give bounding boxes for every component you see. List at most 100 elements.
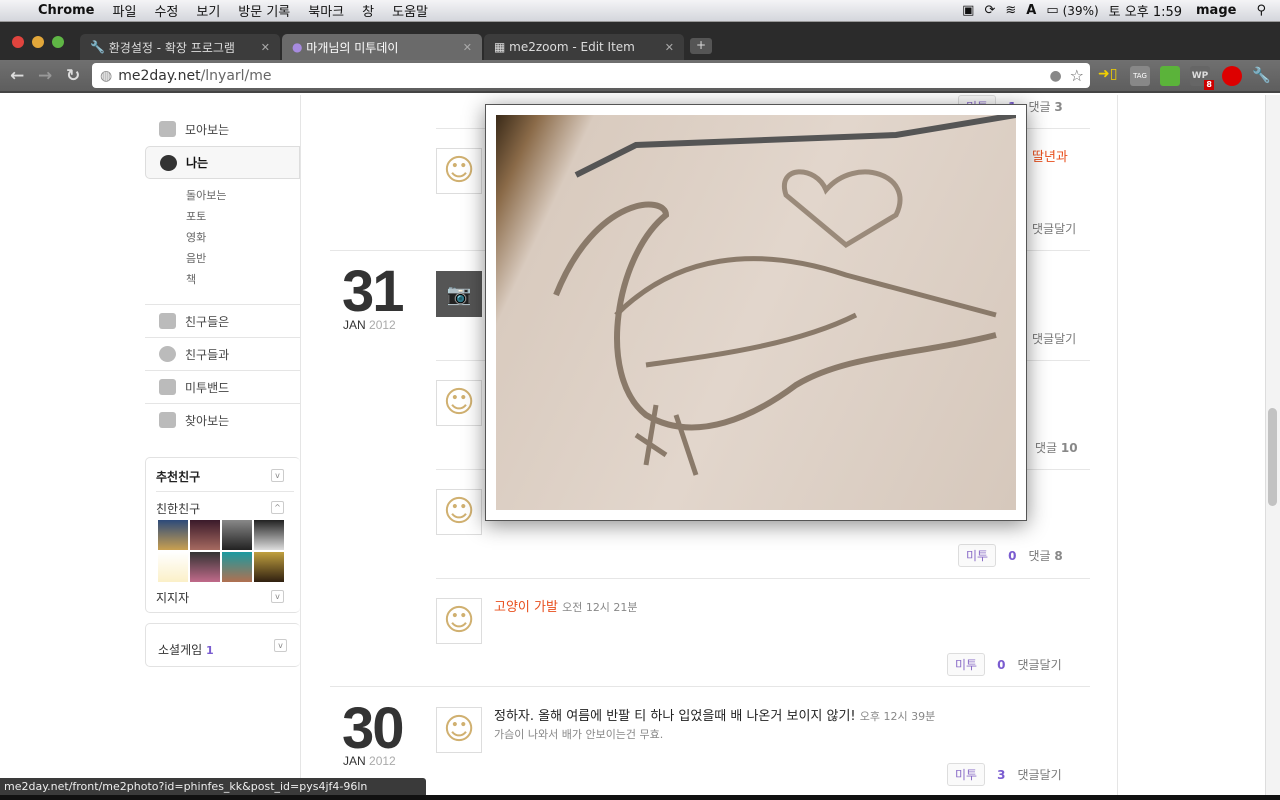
menu-app[interactable]: Chrome [38, 3, 95, 18]
menu-bookmarks[interactable]: 북마크 [308, 1, 344, 20]
sync-icon[interactable]: ⟳ [984, 3, 995, 18]
sidebar-sub-photo[interactable]: 포토 [186, 208, 206, 224]
smiley-plus-icon: ☺ [436, 598, 482, 644]
menu-file[interactable]: 파일 [113, 1, 137, 20]
tab-close-icon[interactable]: ✕ [463, 41, 472, 54]
comment-link[interactable]: 댓글달기 [1017, 656, 1061, 673]
input-source-icon[interactable]: A [1026, 3, 1036, 18]
comment-link[interactable]: 댓글달기 [1032, 220, 1076, 237]
terminal-icon[interactable]: ▣ [962, 3, 974, 18]
friend-avatar[interactable] [254, 520, 284, 550]
back-button[interactable]: ← [10, 66, 24, 86]
sidebar-item-with-friends[interactable]: 친구들과 [145, 337, 300, 370]
sidebar-sub-review[interactable]: 돌아보는 [186, 187, 226, 203]
close-friends-title: 친한친구 [156, 502, 201, 516]
post-title: 정하자. 올해 여름에 반팔 티 하나 입었을때 배 나온거 보이지 않기! [494, 709, 856, 724]
sidebar-sub-music[interactable]: 음반 [186, 250, 206, 266]
menu-window[interactable]: 창 [362, 1, 374, 20]
spotlight-icon[interactable]: ⚲ [1256, 3, 1266, 18]
zoom-window-button[interactable] [52, 36, 64, 48]
wifi-icon[interactable]: ≋ [1005, 3, 1016, 18]
tab-me2zoom[interactable]: ▦ me2zoom - Edit Item ✕ [484, 34, 684, 60]
wp-extension-icon[interactable]: WP 8 [1190, 66, 1214, 90]
chevron-down-icon[interactable]: v [274, 639, 287, 652]
post-title[interactable]: 고양이 가발 [494, 600, 558, 615]
sidebar-item-collect[interactable]: 모아보는 [145, 113, 300, 146]
address-bar[interactable]: ◍ me2day.net/lnyarl/me ● ☆ [92, 63, 1090, 88]
tab-close-icon[interactable]: ✕ [261, 41, 270, 54]
metoo-button[interactable]: 미투 [958, 544, 997, 567]
forward-button[interactable]: → [38, 66, 52, 86]
sidebar-item-band[interactable]: 미투밴드 [145, 370, 300, 403]
smiley-plus-icon: ☺ [436, 380, 482, 426]
social-game-label: 소셜게임 [158, 643, 203, 657]
speech-bubble-icon [160, 155, 177, 171]
recommend-friends-box: 추천친구 v 친한친구 ^ 지지자 v [145, 457, 300, 613]
tab-extensions[interactable]: 🔧 환경설정 - 확장 프로그램 ✕ [80, 34, 280, 60]
camera-photo-thumbnail[interactable]: 📷 [436, 271, 482, 317]
menu-edit[interactable]: 수정 [154, 1, 178, 20]
chevron-down-icon[interactable]: v [271, 590, 284, 603]
sidebar-item-search[interactable]: 찾아보는 [145, 403, 300, 436]
sidebar-label: 친구들과 [185, 347, 230, 362]
chevron-up-icon[interactable]: ^ [271, 501, 284, 514]
clock[interactable]: 토 오후 1:59 [1109, 1, 1182, 20]
battery-icon[interactable]: ▭ [1046, 3, 1058, 18]
adblock-icon[interactable] [1222, 66, 1242, 86]
wrench-icon: 🔧 [90, 40, 109, 54]
comment-link[interactable]: 댓글달기 [1017, 766, 1061, 783]
send-to-phone-icon[interactable]: ➜▯ [1098, 66, 1118, 86]
sidebar-item-me[interactable]: 나는 [145, 146, 300, 179]
comment-link[interactable]: 댓글 3 [1028, 98, 1062, 115]
tag-icon[interactable]: TAG [1130, 66, 1150, 86]
user-menu[interactable]: mage [1196, 3, 1236, 18]
friend-avatar[interactable] [222, 552, 252, 582]
metoo-button[interactable]: 미투 [947, 763, 986, 786]
new-tab-button[interactable]: + [690, 38, 712, 54]
tab-close-icon[interactable]: ✕ [665, 41, 674, 54]
address-host: me2day.net [118, 67, 201, 84]
comment-link[interactable]: 댓글 10 [1035, 439, 1078, 456]
comment-link[interactable]: 댓글 8 [1028, 547, 1062, 564]
bookmark-star-icon[interactable]: ☆ [1070, 66, 1084, 85]
comment-link[interactable]: 댓글달기 [1032, 330, 1076, 347]
friend-avatar[interactable] [158, 520, 188, 550]
sidebar-sub-movie[interactable]: 영화 [186, 229, 206, 245]
reload-button[interactable]: ↻ [66, 66, 80, 86]
smiley-plus-icon: ☺ [436, 489, 482, 535]
post-title[interactable]: 딸년과 [1032, 146, 1068, 165]
settings-wrench-icon[interactable]: 🔧 [1252, 66, 1272, 86]
scrollbar-thumb[interactable] [1268, 408, 1277, 506]
tab-me2day[interactable]: ● 마개님의 미투데이 ✕ [282, 34, 482, 60]
metoo-button[interactable]: 미투 [947, 653, 986, 676]
evernote-icon[interactable] [1160, 66, 1180, 86]
post-time[interactable]: 오전 12시 21분 [562, 601, 637, 614]
friend-avatar[interactable] [190, 552, 220, 582]
status-bar-url: me2day.net/front/me2photo?id=phinfes_kk&… [0, 778, 426, 795]
friend-avatar[interactable] [190, 520, 220, 550]
snow-doodle-graphic [553, 112, 1017, 476]
minimize-window-button[interactable] [32, 36, 44, 48]
friend-avatar[interactable] [158, 552, 188, 582]
divider [156, 491, 294, 492]
date-day: 31 [342, 259, 404, 324]
chevron-down-icon[interactable]: v [271, 469, 284, 482]
sidebar-item-friends[interactable]: 친구들은 [145, 304, 300, 337]
social-game-box[interactable]: 소셜게임 1 v [145, 623, 300, 667]
lightbulb-icon[interactable]: ● [1049, 68, 1061, 84]
date-month-year: JAN 2012 [343, 318, 396, 332]
friend-avatar[interactable] [254, 552, 284, 582]
friend-avatar[interactable] [222, 520, 252, 550]
sidebar-sub-book[interactable]: 책 [186, 271, 196, 287]
sidebar-label: 미투밴드 [185, 380, 230, 395]
photo-zoom-popup[interactable] [485, 104, 1027, 521]
people-icon [159, 379, 176, 395]
close-window-button[interactable] [12, 36, 24, 48]
post-time[interactable]: 오후 12시 39분 [860, 710, 935, 723]
menu-view[interactable]: 보기 [196, 1, 220, 20]
menu-help[interactable]: 도움말 [392, 1, 428, 20]
post-text: 정하자. 올해 여름에 반팔 티 하나 입었을때 배 나온거 보이지 않기! 오… [494, 705, 935, 724]
menu-history[interactable]: 방문 기록 [238, 1, 290, 20]
metoo-count: 0 [997, 657, 1006, 672]
supporters-title: 지지자 [156, 591, 190, 605]
